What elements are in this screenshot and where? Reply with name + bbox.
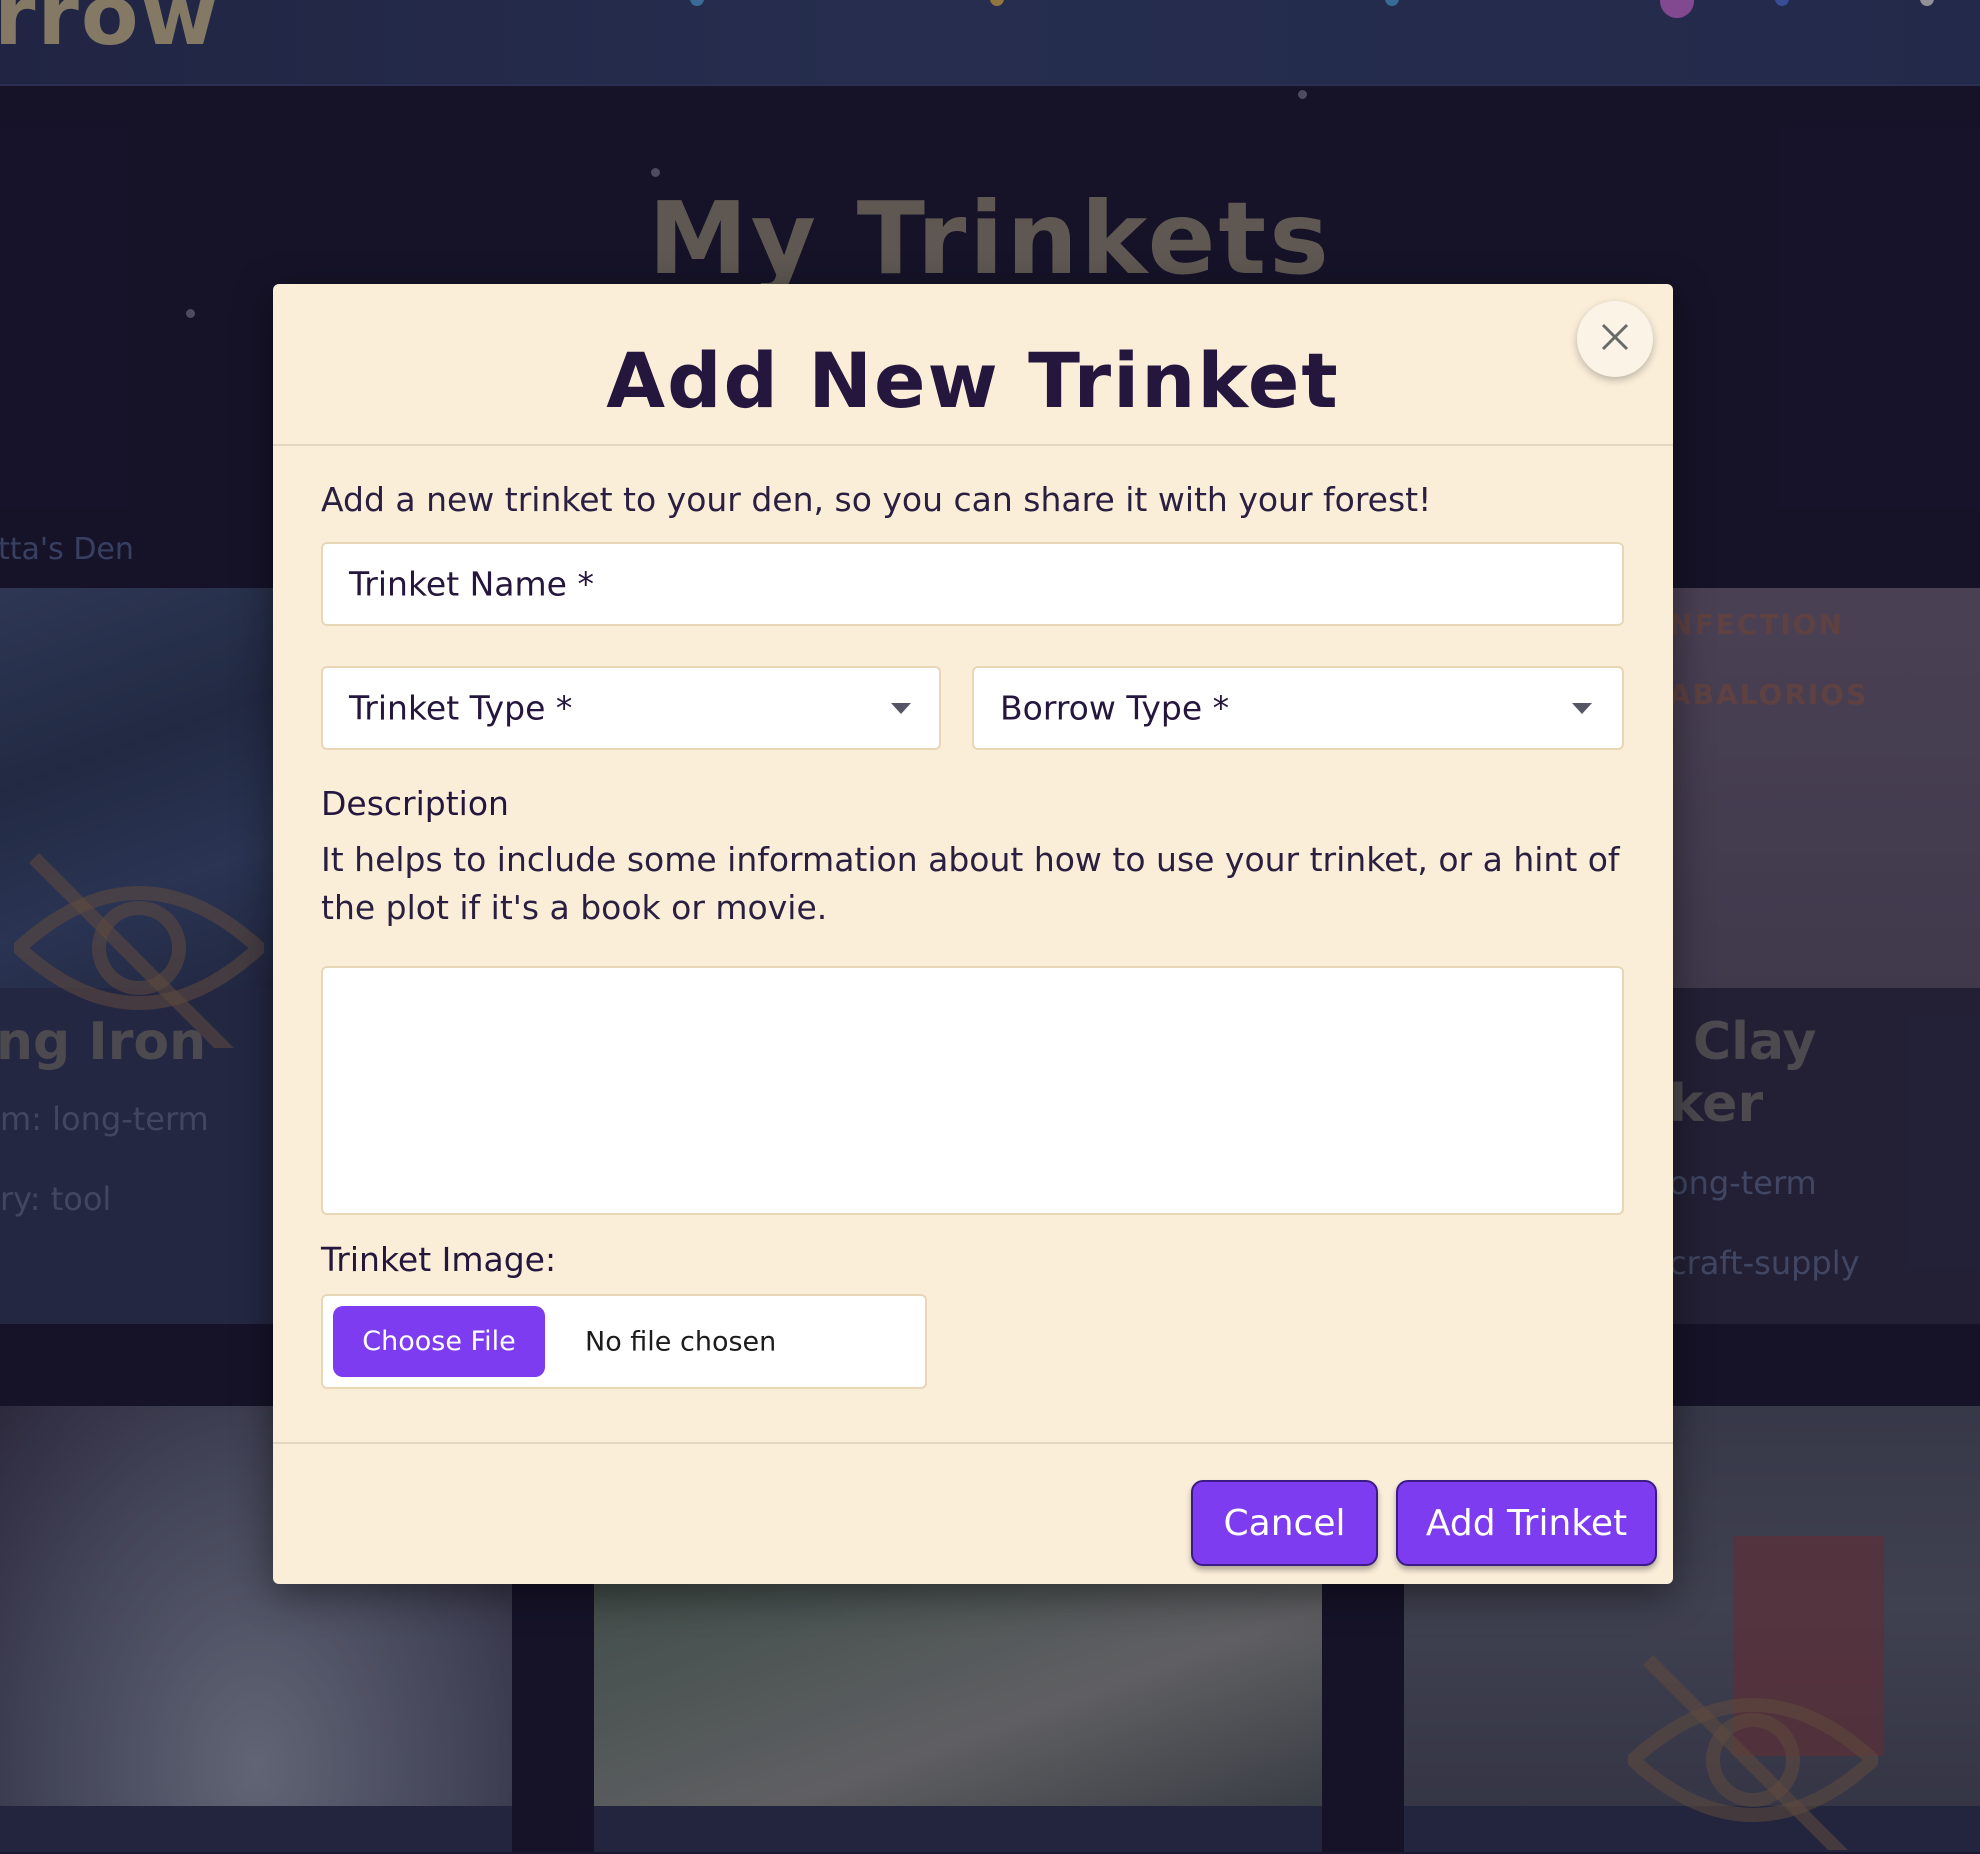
choose-file-button[interactable]: Choose File xyxy=(333,1306,545,1377)
description-textarea[interactable] xyxy=(321,966,1624,1215)
add-trinket-button[interactable]: Add Trinket xyxy=(1396,1480,1657,1566)
trinket-type-select[interactable]: Trinket Type * xyxy=(321,666,941,750)
chevron-down-icon xyxy=(891,703,911,714)
trinket-type-label: Trinket Type * xyxy=(349,688,573,728)
trinket-image-label: Trinket Image: xyxy=(321,1240,557,1279)
borrow-type-select[interactable]: Borrow Type * xyxy=(972,666,1624,750)
close-button[interactable] xyxy=(1577,301,1653,377)
modal-footer-divider xyxy=(273,1442,1673,1444)
description-label: Description xyxy=(321,784,509,823)
chevron-down-icon xyxy=(1572,703,1592,714)
trinket-name-input[interactable]: Trinket Name * xyxy=(321,542,1624,626)
file-status: No file chosen xyxy=(585,1326,777,1357)
cancel-button[interactable]: Cancel xyxy=(1191,1480,1378,1566)
description-help-text: It helps to include some information abo… xyxy=(321,840,1620,927)
file-input[interactable]: Choose File No file chosen xyxy=(321,1294,927,1389)
modal-title: Add New Trinket xyxy=(606,336,1340,425)
trinket-name-label: Trinket Name * xyxy=(349,564,594,604)
add-trinket-modal: Add New Trinket Add a new trinket to you… xyxy=(273,284,1673,1584)
borrow-type-label: Borrow Type * xyxy=(1000,688,1230,728)
modal-intro-text: Add a new trinket to your den, so you ca… xyxy=(321,480,1432,519)
modal-header: Add New Trinket xyxy=(273,284,1673,446)
close-icon xyxy=(1600,322,1630,356)
